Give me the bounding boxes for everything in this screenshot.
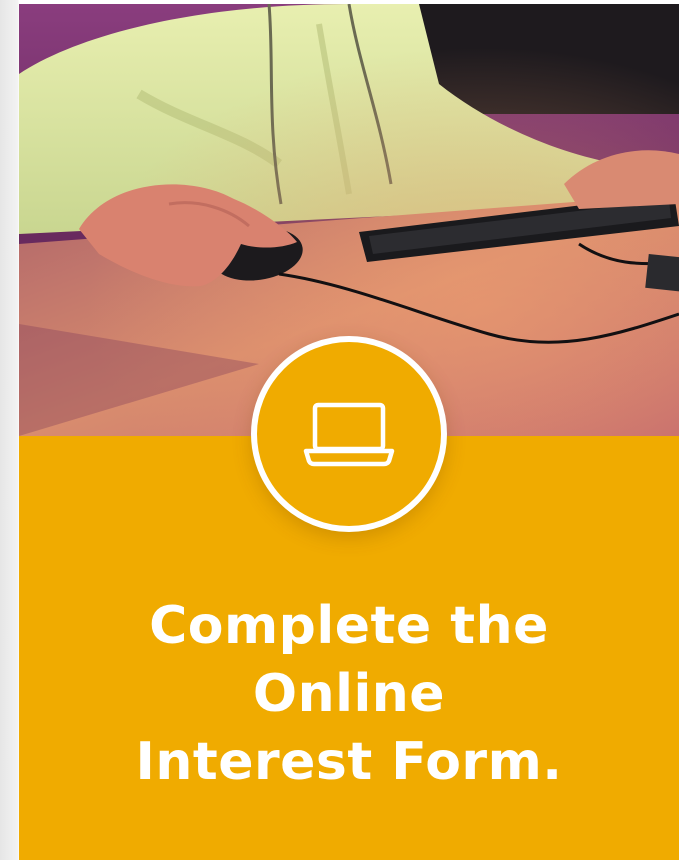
interest-form-card[interactable]: Complete the Online Interest Form. [19,4,679,860]
page: Complete the Online Interest Form. [0,0,682,860]
headline-line-1: Complete the [149,596,549,656]
headline: Complete the Online Interest Form. [19,592,679,796]
laptop-icon [303,402,395,467]
headline-line-2: Online [252,664,446,724]
laptop-icon-badge [251,336,447,532]
headline-line-3: Interest Form. [135,732,563,792]
